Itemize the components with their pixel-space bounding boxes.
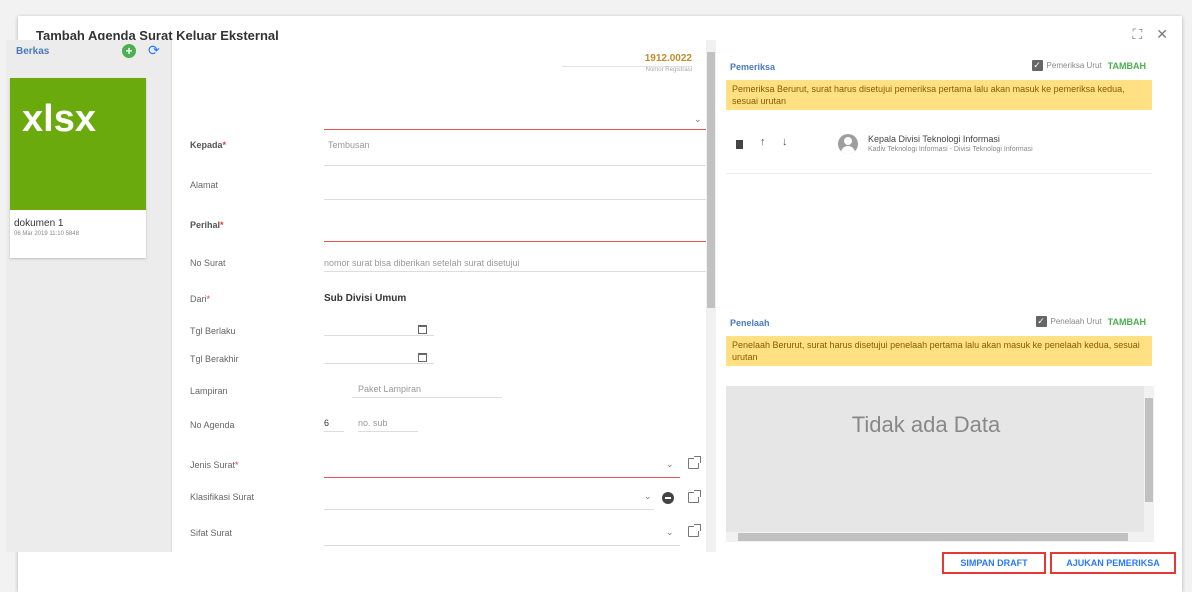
register-number: 1912.0022 — [644, 53, 692, 64]
form-scrollbar[interactable] — [706, 40, 716, 552]
klasifikasi-dropdown-icon[interactable]: ⌄ — [644, 491, 652, 502]
tambah-penelaah-button[interactable]: TAMBAH — [1108, 317, 1146, 327]
open-external-icon[interactable] — [688, 490, 701, 503]
alamat-input[interactable] — [324, 186, 710, 200]
tgl-berlaku-label: Tgl Berlaku — [190, 326, 236, 336]
file-name: dokumen 1 — [14, 218, 64, 229]
open-external-icon[interactable] — [688, 524, 701, 537]
perihal-label: Perihal* — [190, 220, 224, 230]
pemeriksa-title: Pemeriksa — [730, 62, 776, 72]
no-agenda-label: No Agenda — [190, 420, 235, 430]
kepada-input[interactable] — [324, 116, 710, 130]
calendar-icon[interactable] — [418, 353, 427, 362]
pemeriksa-role: Kadiv Teknologi Informasi - Divisi Tekno… — [868, 146, 1033, 153]
refresh-icon[interactable]: ⟳ — [148, 42, 160, 59]
dari-value: Sub Divisi Umum — [324, 293, 407, 304]
klasifikasi-label: Klasifikasi Surat — [190, 492, 255, 502]
sifat-select[interactable] — [324, 532, 680, 546]
pemeriksa-urut-toggle[interactable]: ✓ Pemeriksa Urut TAMBAH — [1031, 60, 1146, 71]
dari-label: Dari* — [190, 294, 211, 304]
jenis-surat-label: Jenis Surat* — [190, 460, 239, 470]
jenis-surat-select[interactable] — [324, 464, 680, 478]
arrow-up-icon[interactable]: ↑ — [760, 136, 766, 148]
penelaah-list: Tidak ada Data — [726, 386, 1154, 542]
penelaah-horizontal-scrollbar[interactable] — [726, 532, 1154, 542]
jenis-surat-dropdown-icon[interactable]: ⌄ — [666, 459, 674, 470]
lampiran-label: Lampiran — [190, 386, 228, 396]
pemeriksa-urut-label: Pemeriksa Urut — [1046, 61, 1102, 70]
penelaah-title: Penelaah — [730, 318, 770, 328]
sifat-label: Sifat Surat — [190, 528, 233, 538]
file-date: 06 Mar 2019 11:10 5848 — [14, 231, 79, 237]
sifat-dropdown-icon[interactable]: ⌄ — [666, 527, 674, 538]
scrollbar-thumb[interactable] — [1145, 398, 1153, 502]
no-surat-label: No Surat — [190, 258, 226, 268]
alamat-label: Alamat — [190, 180, 219, 190]
perihal-input[interactable] — [324, 228, 710, 242]
ajukan-pemeriksa-button[interactable]: AJUKAN PEMERIKSA — [1050, 552, 1176, 574]
kepada-label: Kepada* — [190, 140, 227, 150]
tambah-pemeriksa-button[interactable]: TAMBAH — [1108, 61, 1146, 71]
penelaah-urut-toggle[interactable]: ✓ Penelaah Urut TAMBAH — [1035, 316, 1146, 327]
kepada-dropdown-icon[interactable]: ⌄ — [694, 114, 702, 125]
pemeriksa-list-item[interactable]: ↑ ↓ Kepala Divisi Teknologi Informasi Ka… — [726, 124, 1152, 174]
pemeriksa-info: Pemeriksa Berurut, surat harus disetujui… — [726, 80, 1152, 110]
add-file-icon[interactable]: + — [122, 44, 136, 58]
berkas-panel: Berkas + ⟳ xlsx dokumen 1 06 Mar 2019 11… — [6, 40, 172, 552]
scrollbar-thumb[interactable] — [707, 52, 715, 308]
penelaah-info: Penelaah Berurut, surat harus disetujui … — [726, 336, 1152, 366]
surat-form: 1912.0022 Nomor Registrasi Kepada* ⌄ Tem… — [172, 40, 710, 552]
arrow-down-icon[interactable]: ↓ — [782, 136, 788, 148]
no-agenda-input[interactable]: 6 — [324, 418, 344, 432]
file-type-thumbnail: xlsx — [10, 78, 146, 210]
tembusan-input[interactable]: Tembusan — [324, 136, 710, 166]
checkbox-checked-icon[interactable]: ✓ — [1031, 60, 1043, 71]
simpan-draft-button[interactable]: SIMPAN DRAFT — [942, 552, 1046, 574]
penelaah-urut-label: Penelaah Urut — [1050, 317, 1102, 326]
avatar — [838, 134, 858, 154]
scrollbar-thumb[interactable] — [738, 533, 1128, 541]
open-external-icon[interactable] — [688, 456, 701, 469]
close-icon[interactable]: ✕ — [1156, 26, 1168, 43]
penelaah-vertical-scrollbar[interactable] — [1144, 386, 1154, 536]
calendar-icon[interactable] — [418, 325, 427, 334]
register-label: Nomor Registrasi — [645, 67, 692, 73]
tgl-berakhir-label: Tgl Berakhir — [190, 354, 239, 364]
pemeriksa-name: Kepala Divisi Teknologi Informasi — [868, 134, 1000, 144]
lampiran-input[interactable]: Paket Lampiran — [352, 384, 502, 398]
remove-circle-icon[interactable] — [662, 492, 674, 504]
berkas-title: Berkas — [16, 46, 50, 57]
checkbox-checked-icon[interactable]: ✓ — [1035, 316, 1047, 327]
delete-icon[interactable] — [736, 140, 743, 149]
no-agenda-sub-input[interactable]: no. sub — [358, 418, 418, 432]
reviewer-panel: Pemeriksa ✓ Pemeriksa Urut TAMBAH Pemeri… — [720, 40, 1158, 552]
no-surat-input[interactable]: nomor surat bisa diberikan setelah surat… — [324, 258, 710, 272]
empty-state-text: Tidak ada Data — [851, 412, 1001, 437]
file-card[interactable]: xlsx dokumen 1 06 Mar 2019 11:10 5848 — [10, 78, 146, 258]
klasifikasi-select[interactable] — [324, 496, 654, 510]
